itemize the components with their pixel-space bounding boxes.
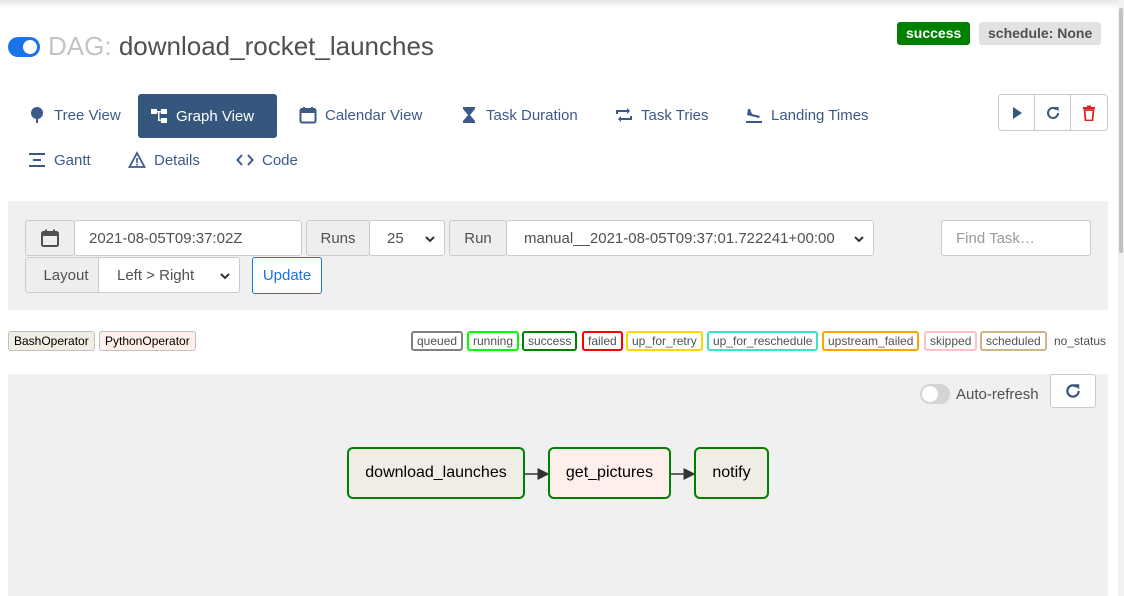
page-scrollbar[interactable] <box>1118 0 1124 596</box>
toggle-knob <box>23 40 37 54</box>
run-value: manual__2021-08-05T09:37:01.722241+00:00 <box>524 229 835 247</box>
hourglass-icon <box>463 107 475 123</box>
task-node-get-pictures[interactable]: get_pictures <box>548 447 671 499</box>
tree-icon <box>31 107 43 123</box>
delete-dag-button[interactable] <box>1071 95 1107 130</box>
legend-state-no-status[interactable]: no_status <box>1048 331 1112 351</box>
chevron-down-icon <box>220 273 230 280</box>
legend-state-running[interactable]: running <box>467 331 520 351</box>
update-button[interactable]: Update <box>252 257 322 294</box>
run-label: Run <box>449 220 507 256</box>
tab-graph-view[interactable]: Graph View <box>138 94 277 138</box>
code-icon <box>236 154 254 166</box>
chevron-down-icon <box>425 236 435 243</box>
dag-pause-toggle[interactable] <box>8 37 40 57</box>
tab-label: Code <box>262 151 298 169</box>
gantt-icon <box>29 153 45 167</box>
tab-label: Task Duration <box>486 106 578 124</box>
task-node-notify[interactable]: notify <box>694 447 769 499</box>
tab-gantt[interactable]: Gantt <box>16 138 103 182</box>
tab-landing-times[interactable]: Landing Times <box>733 93 881 137</box>
tab-details[interactable]: Details <box>116 138 212 182</box>
play-icon <box>1012 106 1022 119</box>
graph-panel: Auto-refresh download_launches get_pictu… <box>8 374 1108 596</box>
layout-select[interactable]: Left > Right <box>98 257 240 293</box>
tab-task-tries[interactable]: Task Tries <box>603 93 721 137</box>
layout-value: Left > Right <box>117 266 195 284</box>
trigger-dag-button[interactable] <box>999 95 1035 130</box>
tab-tree-view[interactable]: Tree View <box>16 93 133 137</box>
plane-landing-icon <box>746 109 762 123</box>
chevron-down-icon <box>854 236 864 243</box>
status-badge: success <box>897 22 971 45</box>
date-picker-button[interactable] <box>25 220 75 256</box>
legend-state-scheduled[interactable]: scheduled <box>980 331 1047 351</box>
legend-state-failed[interactable]: failed <box>582 331 623 351</box>
calendar-icon <box>41 229 59 247</box>
filter-panel: 2021-08-05T09:37:02Z Runs 25 Run manual_… <box>8 201 1108 310</box>
legend-python-operator[interactable]: PythonOperator <box>99 331 196 351</box>
legend-state-up-for-retry[interactable]: up_for_retry <box>626 331 703 351</box>
legend-state-success[interactable]: success <box>522 331 578 351</box>
base-date-input[interactable]: 2021-08-05T09:37:02Z <box>74 220 302 256</box>
top-shadow <box>0 0 1124 8</box>
run-select[interactable]: manual__2021-08-05T09:37:01.722241+00:00 <box>506 220 874 256</box>
refresh-dag-button[interactable] <box>1035 95 1071 130</box>
trash-icon <box>1083 105 1095 121</box>
schedule-badge: schedule: None <box>979 22 1102 45</box>
tab-label: Tree View <box>54 106 121 124</box>
dag-prefix: DAG: <box>48 31 112 61</box>
runs-select[interactable]: 25 <box>369 220 445 256</box>
tab-label: Task Tries <box>641 106 709 124</box>
legend-bash-operator[interactable]: BashOperator <box>8 331 95 351</box>
warning-triangle-icon <box>128 151 146 168</box>
tab-label: Graph View <box>176 107 255 125</box>
tab-code[interactable]: Code <box>224 138 310 182</box>
layout-label: Layout <box>25 257 107 293</box>
runs-value: 25 <box>387 229 404 247</box>
task-node-download-launches[interactable]: download_launches <box>347 447 525 499</box>
refresh-icon <box>1046 106 1059 119</box>
tab-label: Gantt <box>54 151 91 169</box>
dag-name: download_rocket_launches <box>118 31 434 61</box>
legend-state-queued[interactable]: queued <box>411 331 464 351</box>
legend-state-skipped[interactable]: skipped <box>924 331 978 351</box>
tab-calendar-view[interactable]: Calendar View <box>287 93 434 137</box>
legend-state-up-for-reschedule[interactable]: up_for_reschedule <box>707 331 819 351</box>
tab-label: Details <box>154 151 200 169</box>
graph-icon <box>151 109 167 123</box>
page-title: DAG: download_rocket_launches <box>48 31 434 61</box>
tab-label: Landing Times <box>771 106 869 124</box>
dag-actions <box>998 94 1108 131</box>
tab-task-duration[interactable]: Task Duration <box>448 93 590 137</box>
tab-label: Calendar View <box>325 106 423 124</box>
calendar-icon <box>299 107 317 124</box>
scrollbar-thumb[interactable] <box>1119 8 1123 253</box>
legend-state-upstream-failed[interactable]: upstream_failed <box>822 331 920 351</box>
find-task-input[interactable]: Find Task… <box>941 220 1091 256</box>
runs-label: Runs <box>306 220 370 256</box>
repeat-icon <box>616 108 632 122</box>
